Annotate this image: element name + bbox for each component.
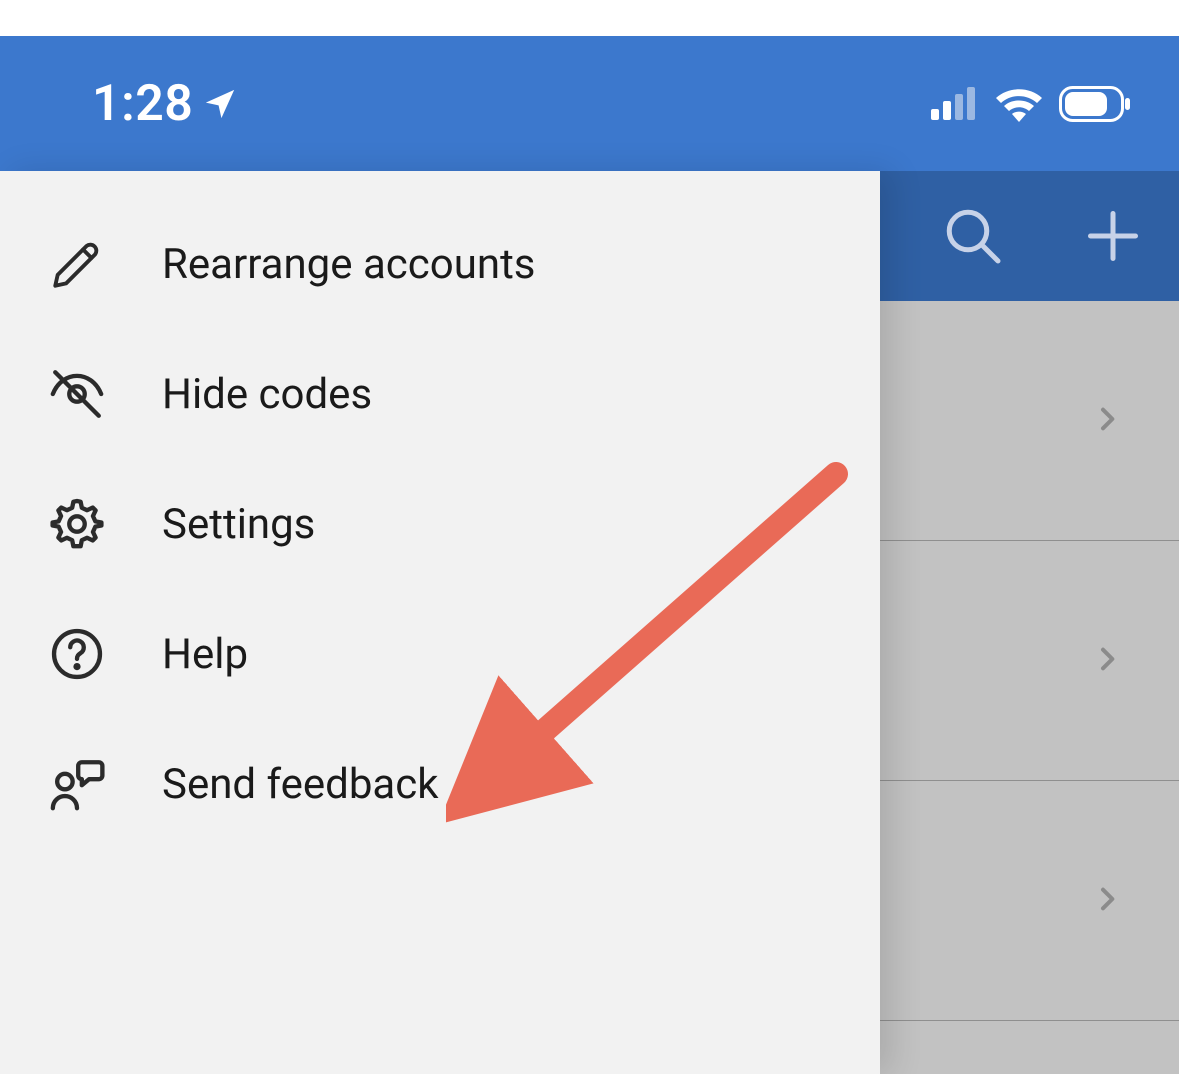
feedback-person-icon — [48, 755, 106, 813]
menu-item-label: Hide codes — [162, 370, 372, 419]
app-body: Rearrange accounts Hide codes — [0, 171, 1179, 1074]
battery-icon — [1059, 86, 1131, 122]
search-icon[interactable] — [943, 206, 1003, 266]
menu-item-rearrange-accounts[interactable]: Rearrange accounts — [0, 199, 880, 329]
menu-item-label: Rearrange accounts — [162, 240, 536, 289]
menu-item-send-feedback[interactable]: Send feedback — [0, 719, 880, 849]
pencil-icon — [48, 235, 106, 293]
gear-icon — [48, 495, 106, 553]
menu-item-label: Send feedback — [162, 760, 439, 809]
status-left: 1:28 — [92, 75, 237, 133]
menu-item-help[interactable]: Help — [0, 589, 880, 719]
plus-icon[interactable] — [1083, 206, 1143, 266]
menu-item-label: Help — [162, 630, 248, 679]
menu-item-label: Settings — [162, 500, 315, 549]
wifi-icon — [995, 86, 1043, 122]
status-bar: 1:28 — [0, 36, 1179, 171]
menu-list: Rearrange accounts Hide codes — [0, 199, 880, 849]
menu-item-settings[interactable]: Settings — [0, 459, 880, 589]
side-menu: Rearrange accounts Hide codes — [0, 171, 880, 1074]
location-arrow-icon — [203, 87, 237, 121]
chevron-right-icon — [1091, 883, 1123, 919]
status-right — [931, 86, 1131, 122]
chevron-right-icon — [1091, 403, 1123, 439]
cellular-signal-icon — [931, 87, 979, 120]
chevron-right-icon — [1091, 643, 1123, 679]
menu-item-hide-codes[interactable]: Hide codes — [0, 329, 880, 459]
window-top-margin — [0, 0, 1179, 36]
status-time: 1:28 — [92, 75, 193, 133]
eye-off-icon — [48, 365, 106, 423]
help-circle-icon — [48, 625, 106, 683]
